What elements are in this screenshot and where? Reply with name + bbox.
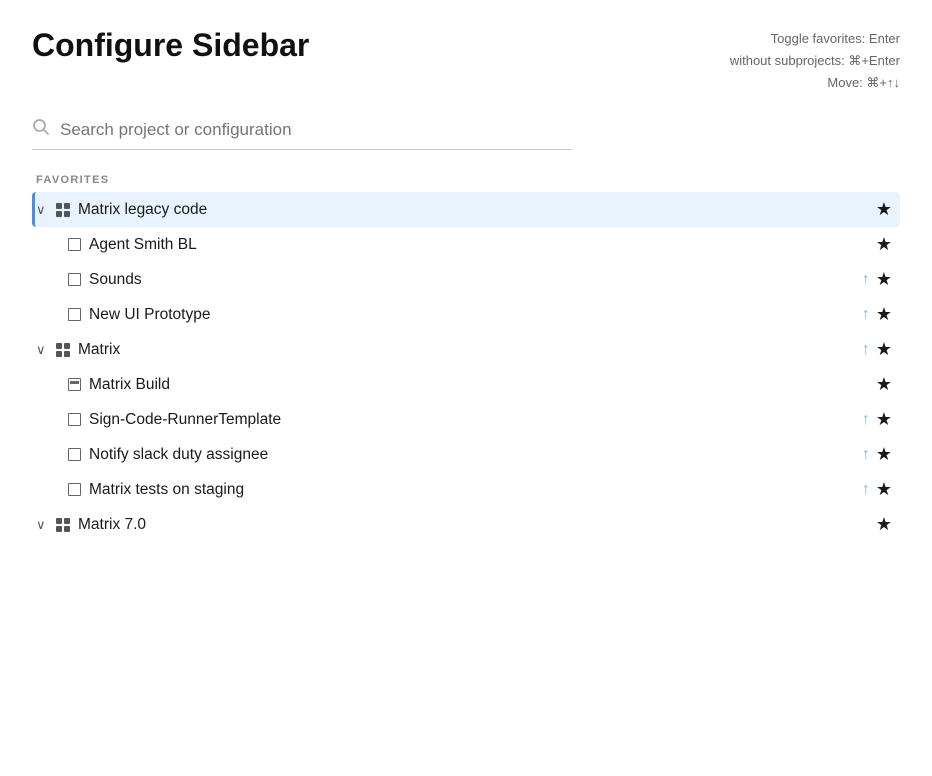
favorite-star-button[interactable]: ★ — [876, 514, 892, 535]
favorite-star-button[interactable]: ★ — [876, 339, 892, 360]
favorites-list: ∨ Matrix legacy code★Agent Smith BL★Soun… — [32, 192, 900, 542]
list-item[interactable]: ∨ Matrix 7.0★ — [32, 507, 900, 542]
favorite-star-button[interactable]: ★ — [876, 479, 892, 500]
item-actions: ↑★ — [862, 409, 892, 430]
item-label: Matrix — [78, 341, 862, 359]
item-actions: ↑★ — [862, 304, 892, 325]
favorite-star-button[interactable]: ★ — [876, 234, 892, 255]
item-label: Matrix legacy code — [78, 201, 876, 219]
item-icon — [68, 238, 81, 251]
item-actions: ★ — [876, 374, 892, 395]
item-actions: ↑★ — [862, 269, 892, 290]
config-icon — [68, 448, 81, 461]
grid-icon — [56, 518, 70, 532]
move-up-button[interactable]: ↑ — [862, 271, 870, 289]
config-icon — [68, 238, 81, 251]
item-icon — [68, 308, 81, 321]
item-icon — [68, 413, 81, 426]
favorite-star-button[interactable]: ★ — [876, 304, 892, 325]
list-item[interactable]: Sign-Code-RunnerTemplate↑★ — [32, 402, 900, 437]
item-label: Notify slack duty assignee — [89, 446, 862, 464]
config-icon — [68, 483, 81, 496]
move-up-button[interactable]: ↑ — [862, 411, 870, 429]
search-input[interactable] — [60, 120, 572, 140]
item-label: Sign-Code-RunnerTemplate — [89, 411, 862, 429]
item-icon — [68, 483, 81, 496]
move-up-button[interactable]: ↑ — [862, 481, 870, 499]
item-label: Matrix 7.0 — [78, 516, 876, 534]
shortcuts-help: Toggle favorites: Enter without subproje… — [730, 28, 900, 94]
favorite-star-button[interactable]: ★ — [876, 269, 892, 290]
grid-icon — [56, 343, 70, 357]
favorite-star-button[interactable]: ★ — [876, 444, 892, 465]
favorites-section: FAVORITES ∨ Matrix legacy code★Agent Smi… — [32, 174, 900, 542]
item-label: Agent Smith BL — [89, 236, 876, 254]
item-icon — [68, 273, 81, 286]
list-item[interactable]: ∨ Matrix↑★ — [32, 332, 900, 367]
config-icon — [68, 273, 81, 286]
chevron-icon: ∨ — [36, 342, 50, 358]
config-icon — [68, 308, 81, 321]
page-title: Configure Sidebar — [32, 28, 309, 63]
list-item[interactable]: Matrix tests on staging↑★ — [32, 472, 900, 507]
build-icon — [68, 378, 81, 391]
item-actions: ★ — [876, 234, 892, 255]
search-icon — [32, 118, 50, 141]
chevron-icon: ∨ — [36, 202, 50, 218]
item-icon — [68, 378, 81, 391]
config-icon — [68, 413, 81, 426]
item-actions: ★ — [876, 199, 892, 220]
list-item[interactable]: Sounds↑★ — [32, 262, 900, 297]
list-item[interactable]: New UI Prototype↑★ — [32, 297, 900, 332]
move-up-button[interactable]: ↑ — [862, 306, 870, 324]
list-item[interactable]: ∨ Matrix legacy code★ — [32, 192, 900, 227]
item-label: New UI Prototype — [89, 306, 862, 324]
chevron-icon: ∨ — [36, 517, 50, 533]
favorite-star-button[interactable]: ★ — [876, 374, 892, 395]
item-icon — [68, 448, 81, 461]
list-item[interactable]: Matrix Build★ — [32, 367, 900, 402]
move-up-button[interactable]: ↑ — [862, 446, 870, 464]
favorite-star-button[interactable]: ★ — [876, 199, 892, 220]
move-up-button[interactable]: ↑ — [862, 341, 870, 359]
search-bar[interactable] — [32, 118, 572, 150]
list-item[interactable]: Agent Smith BL★ — [32, 227, 900, 262]
item-label: Matrix Build — [89, 376, 876, 394]
grid-icon — [56, 203, 70, 217]
section-label-favorites: FAVORITES — [32, 174, 900, 186]
list-item[interactable]: Notify slack duty assignee↑★ — [32, 437, 900, 472]
favorite-star-button[interactable]: ★ — [876, 409, 892, 430]
item-label: Matrix tests on staging — [89, 481, 862, 499]
item-actions: ↑★ — [862, 444, 892, 465]
item-actions: ★ — [876, 514, 892, 535]
item-actions: ↑★ — [862, 339, 892, 360]
configure-sidebar-panel: Configure Sidebar Toggle favorites: Ente… — [0, 0, 932, 562]
item-label: Sounds — [89, 271, 862, 289]
header: Configure Sidebar Toggle favorites: Ente… — [32, 28, 900, 94]
item-actions: ↑★ — [862, 479, 892, 500]
